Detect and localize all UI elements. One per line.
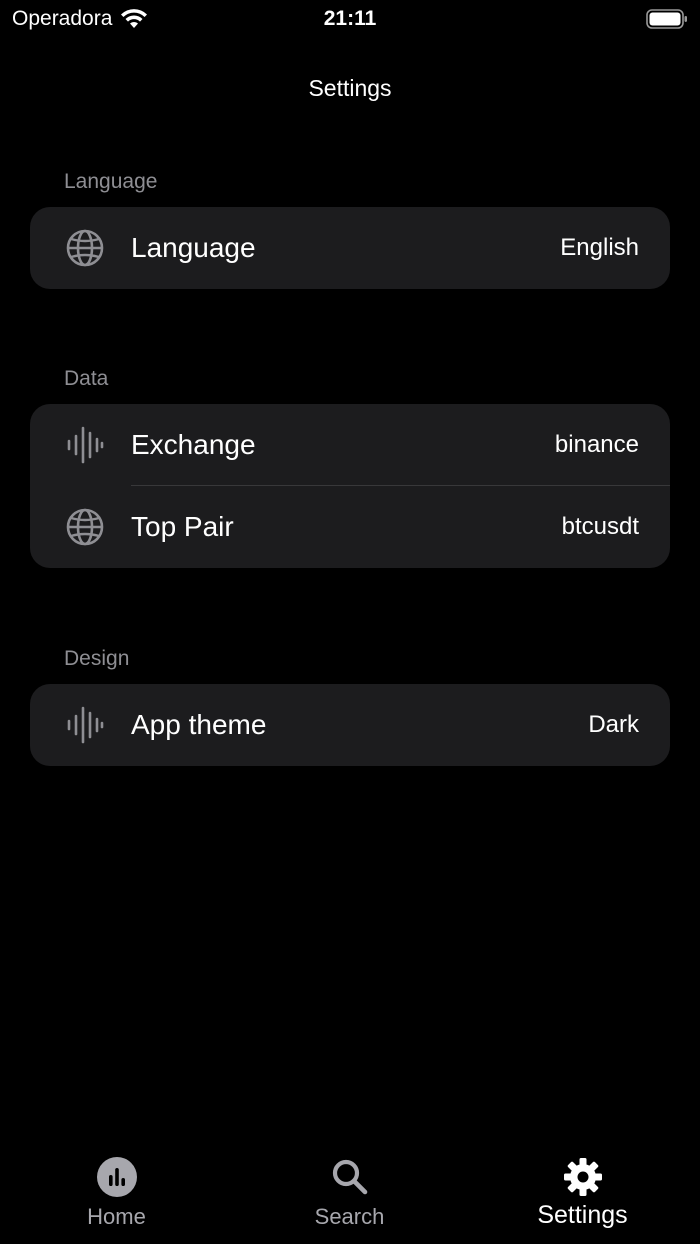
row-label: Top Pair [131,511,234,542]
waveform-icon [67,426,104,464]
row-value: English [560,234,639,261]
waveform-icon [67,706,104,744]
row-value: btcusdt [561,513,639,540]
row-label: Language [131,232,256,263]
section-header-language: Language [64,170,158,193]
tab-label: Home [87,1204,146,1229]
section-header-data: Data [64,367,109,390]
tab-settings[interactable]: Settings [466,1144,699,1244]
settings-row-exchange[interactable]: Exchange binance [30,404,670,486]
settings-group-design: App theme Dark [30,684,670,766]
globe-icon [66,229,104,267]
gear-icon [563,1158,602,1196]
settings-group-data: Exchange binance Top Pair btcusdt [30,404,670,568]
status-bar: Operadora 21:11 [0,0,700,40]
row-value: Dark [588,711,639,738]
tab-bar: Home Search Settings [0,1144,700,1244]
tab-label: Search [314,1204,385,1229]
tab-search[interactable]: Search [233,1144,466,1244]
page-title: Settings [308,75,392,101]
battery-icon [646,9,687,29]
globe-icon [66,508,104,546]
settings-row-top-pair[interactable]: Top Pair btcusdt [30,486,670,568]
section-header-design: Design [64,647,130,670]
tab-label: Settings [537,1201,628,1229]
row-label: Exchange [131,429,256,460]
chart-icon [96,1157,137,1197]
settings-screen: Operadora 21:11 Settings Language Langua… [0,0,700,1244]
row-label: App theme [131,709,267,740]
settings-group-language: Language English [30,207,670,289]
tab-home[interactable]: Home [0,1144,233,1244]
row-value: binance [554,431,639,458]
status-time: 21:11 [323,7,377,30]
search-icon [332,1159,367,1195]
settings-row-language[interactable]: Language English [30,207,670,289]
settings-row-app-theme[interactable]: App theme Dark [30,684,670,766]
